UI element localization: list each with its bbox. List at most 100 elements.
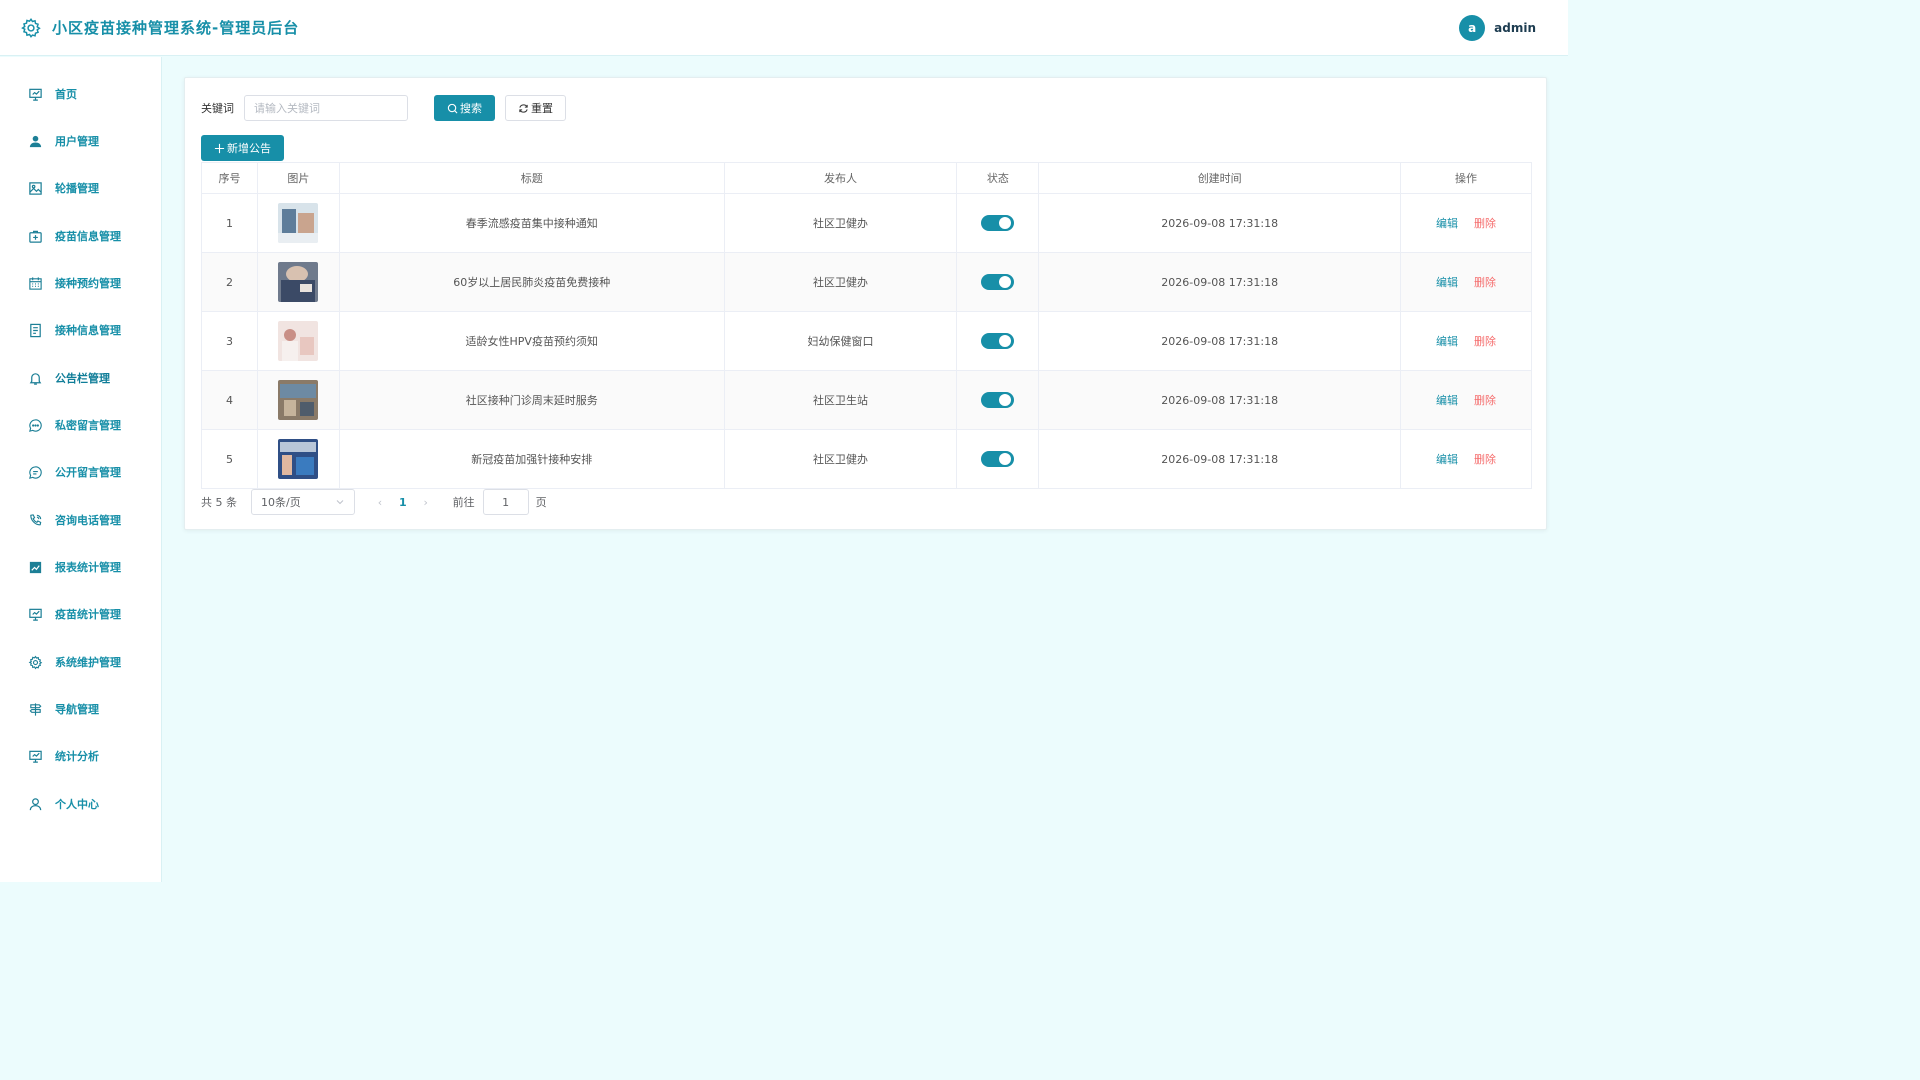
search-button[interactable]: 搜索 xyxy=(434,95,495,121)
row-actions: 编辑 删除 xyxy=(1400,311,1532,371)
presentation-icon xyxy=(28,87,43,102)
user-outline-icon xyxy=(28,797,43,812)
table-row: 3 适龄女性HPV疫苗预约须知 妇幼保健窗口 2026-09-08 17:31:… xyxy=(201,311,1532,371)
row-created: 2026-09-08 17:31:18 xyxy=(1038,252,1402,312)
sidebar-item-home[interactable]: 首页 xyxy=(0,79,162,109)
notice-thumbnail[interactable] xyxy=(278,380,319,420)
edit-link[interactable]: 编辑 xyxy=(1436,276,1458,289)
gear-icon xyxy=(28,655,43,670)
keyword-label: 关键词 xyxy=(201,102,234,115)
row-title: 新冠疫苗加强针接种安排 xyxy=(338,429,725,489)
sidebar-item-label: 疫苗信息管理 xyxy=(55,230,121,243)
row-actions: 编辑 删除 xyxy=(1400,370,1532,430)
table-row: 1 春季流感疫苗集中接种通知 社区卫健办 2026-09-08 17:31:18… xyxy=(201,193,1532,253)
sidebar-item-users[interactable]: 用户管理 xyxy=(0,126,162,156)
row-publisher: 社区卫健办 xyxy=(723,252,958,312)
row-title: 60岁以上居民肺炎疫苗免费接种 xyxy=(338,252,725,312)
column-header-publisher: 发布人 xyxy=(723,162,958,194)
row-index: 5 xyxy=(201,429,258,489)
row-title: 适龄女性HPV疫苗预约须知 xyxy=(338,311,725,371)
sidebar-item-analytics[interactable]: 统计分析 xyxy=(0,741,162,771)
add-notice-label: 新增公告 xyxy=(227,142,271,155)
row-publisher: 社区卫生站 xyxy=(723,370,958,430)
page-size-select[interactable]: 10条/页 xyxy=(251,489,355,515)
edit-link[interactable]: 编辑 xyxy=(1436,335,1458,348)
presentation-icon xyxy=(28,749,43,764)
column-header-index: 序号 xyxy=(201,162,258,194)
row-image-cell xyxy=(256,370,340,430)
plus-icon xyxy=(214,143,225,153)
edit-link[interactable]: 编辑 xyxy=(1436,453,1458,466)
sidebar-item-notices[interactable]: 公告栏管理 xyxy=(0,363,162,393)
status-toggle[interactable] xyxy=(981,274,1015,290)
image-icon xyxy=(28,181,43,196)
username[interactable]: admin xyxy=(1494,21,1536,35)
sidebar-item-navigation[interactable]: 导航管理 xyxy=(0,694,162,724)
row-publisher: 社区卫健办 xyxy=(723,193,958,253)
table-row: 2 60岁以上居民肺炎疫苗免费接种 社区卫健办 2026-09-08 17:31… xyxy=(201,252,1532,312)
signpost-icon xyxy=(28,702,43,717)
edit-link[interactable]: 编辑 xyxy=(1436,394,1458,407)
row-actions: 编辑 删除 xyxy=(1400,193,1532,253)
reset-button[interactable]: 重置 xyxy=(505,95,566,121)
sidebar-item-label: 公开留言管理 xyxy=(55,466,121,479)
sidebar-item-vaccine-stats[interactable]: 疫苗统计管理 xyxy=(0,599,162,629)
delete-link[interactable]: 删除 xyxy=(1474,335,1496,348)
column-header-status: 状态 xyxy=(956,162,1040,194)
row-actions: 编辑 删除 xyxy=(1400,429,1532,489)
prev-page-button[interactable]: ‹ xyxy=(373,496,387,509)
goto-page-input[interactable] xyxy=(482,489,529,515)
next-page-button[interactable]: › xyxy=(419,496,433,509)
notice-thumbnail[interactable] xyxy=(278,439,319,479)
delete-link[interactable]: 删除 xyxy=(1474,276,1496,289)
status-toggle[interactable] xyxy=(981,392,1015,408)
column-header-actions: 操作 xyxy=(1400,162,1532,194)
row-created: 2026-09-08 17:31:18 xyxy=(1038,429,1402,489)
chart-icon xyxy=(28,560,43,575)
search-bar: 关键词 搜索 重置 xyxy=(201,95,566,121)
edit-link[interactable]: 编辑 xyxy=(1436,217,1458,230)
status-toggle[interactable] xyxy=(981,333,1015,349)
add-notice-button[interactable]: 新增公告 xyxy=(201,135,284,161)
sidebar-item-carousel[interactable]: 轮播管理 xyxy=(0,173,162,203)
sidebar-item-label: 接种信息管理 xyxy=(55,324,121,337)
presentation-icon xyxy=(28,607,43,622)
status-toggle[interactable] xyxy=(981,451,1015,467)
sidebar-item-appointments[interactable]: 接种预约管理 xyxy=(0,268,162,298)
bell-icon xyxy=(28,371,43,386)
user-menu[interactable]: a admin xyxy=(1459,15,1536,41)
delete-link[interactable]: 删除 xyxy=(1474,217,1496,230)
row-status-cell xyxy=(956,311,1040,371)
sidebar-item-public-messages[interactable]: 公开留言管理 xyxy=(0,457,162,487)
row-title: 春季流感疫苗集中接种通知 xyxy=(338,193,725,253)
keyword-input[interactable] xyxy=(244,95,408,121)
sidebar-item-private-messages[interactable]: 私密留言管理 xyxy=(0,410,162,440)
notice-thumbnail[interactable] xyxy=(278,203,319,243)
pagination-total: 共 5 条 xyxy=(201,496,237,509)
sidebar-item-reports[interactable]: 报表统计管理 xyxy=(0,552,162,582)
sidebar-item-hotline[interactable]: 咨询电话管理 xyxy=(0,505,162,535)
status-toggle[interactable] xyxy=(981,215,1015,231)
page-size-value: 10条/页 xyxy=(261,496,301,509)
column-header-created: 创建时间 xyxy=(1038,162,1402,194)
sidebar-item-profile[interactable]: 个人中心 xyxy=(0,789,162,819)
avatar[interactable]: a xyxy=(1459,15,1486,41)
notice-thumbnail[interactable] xyxy=(278,321,319,361)
sidebar-item-vaccination-info[interactable]: 接种信息管理 xyxy=(0,315,162,345)
row-index: 3 xyxy=(201,311,258,371)
notice-thumbnail[interactable] xyxy=(278,262,319,302)
sidebar-item-vaccine-info[interactable]: 疫苗信息管理 xyxy=(0,221,162,251)
user-icon xyxy=(28,134,43,149)
row-title: 社区接种门诊周末延时服务 xyxy=(338,370,725,430)
delete-link[interactable]: 删除 xyxy=(1474,394,1496,407)
sidebar-item-system[interactable]: 系统维护管理 xyxy=(0,647,162,677)
brand: 小区疫苗接种管理系统-管理员后台 xyxy=(20,17,299,39)
table-row: 5 新冠疫苗加强针接种安排 社区卫健办 2026-09-08 17:31:18 … xyxy=(201,429,1532,489)
delete-link[interactable]: 删除 xyxy=(1474,453,1496,466)
table-header-row: 序号 图片 标题 发布人 状态 创建时间 操作 xyxy=(201,162,1532,194)
page-number[interactable]: 1 xyxy=(399,496,407,509)
row-image-cell xyxy=(256,311,340,371)
sidebar-item-label: 轮播管理 xyxy=(55,182,99,195)
goto-label: 前往 xyxy=(452,496,475,509)
row-status-cell xyxy=(956,252,1040,312)
